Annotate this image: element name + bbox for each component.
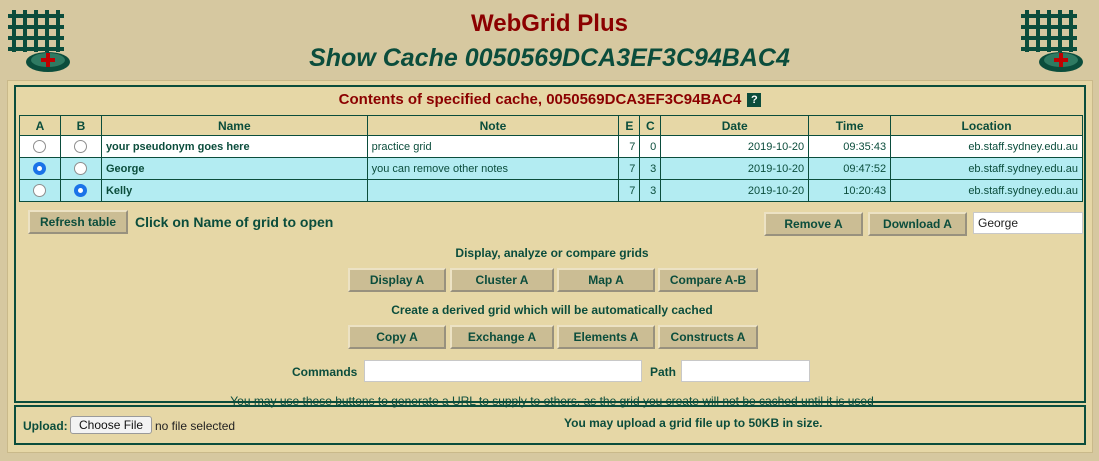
cache-table: A B Name Note E C Date Time Location you… [19, 115, 1083, 202]
radio-a[interactable] [33, 162, 47, 175]
grid-note: you can remove other notes [366, 157, 620, 180]
help-icon[interactable]: ? [747, 93, 762, 108]
grid-location: eb.staff.sydney.edu.au [890, 157, 1083, 180]
column-header: Note [366, 115, 620, 136]
radio-b[interactable] [74, 162, 88, 175]
grid-elements: 7 [618, 179, 641, 202]
file-status: no file selected [155, 419, 236, 433]
column-header: B [59, 115, 102, 136]
table-header-row: A B Name Note E C Date Time Location [19, 115, 1083, 136]
column-header: A [19, 115, 61, 136]
grid-date: 2019-10-20 [660, 179, 810, 202]
elements-a-button[interactable]: Elements A [557, 325, 655, 349]
column-header: Date [660, 115, 810, 136]
choose-file-button[interactable]: Choose File [70, 416, 153, 434]
constructs-a-button[interactable]: Constructs A [658, 325, 758, 349]
grid-location: eb.staff.sydney.edu.au [890, 135, 1083, 158]
grid-elements: 7 [618, 135, 641, 158]
grid-date: 2019-10-20 [660, 157, 810, 180]
main-panel: Contents of specified cache, 0050569DCA3… [7, 80, 1093, 453]
download-name-field[interactable]: George [973, 212, 1083, 234]
column-header: C [639, 115, 662, 136]
cache-heading: Contents of specified cache, 0050569DCA3… [16, 91, 1084, 108]
table-row: your pseudonym goes here practice grid 7… [19, 135, 1083, 158]
path-field[interactable] [681, 360, 810, 382]
remove-a-button[interactable]: Remove A [764, 212, 863, 236]
radio-b[interactable] [74, 140, 88, 153]
radio-b[interactable] [74, 184, 88, 197]
grid-name-link[interactable]: your pseudonym goes here [100, 135, 368, 158]
open-hint: Click on Name of grid to open [135, 214, 334, 230]
upload-label: Upload: [23, 419, 68, 433]
commands-label: Commands [292, 365, 358, 379]
column-header: E [618, 115, 641, 136]
column-header: Name [100, 115, 368, 136]
upload-limit-note: You may upload a grid file up to 50KB in… [564, 416, 823, 430]
display-a-button[interactable]: Display A [348, 268, 446, 292]
column-header: Location [890, 115, 1083, 136]
grid-date: 2019-10-20 [660, 135, 810, 158]
grid-name-link[interactable]: George [100, 157, 368, 180]
refresh-table-button[interactable]: Refresh table [28, 210, 128, 234]
grid-note: practice grid [366, 135, 620, 158]
path-label: Path [650, 365, 677, 379]
derive-heading: Create a derived grid which will be auto… [391, 303, 713, 317]
analyze-heading: Display, analyze or compare grids [455, 246, 649, 260]
grid-constructs: 3 [639, 157, 662, 180]
grid-time: 10:20:43 [808, 179, 892, 202]
grid-constructs: 0 [639, 135, 662, 158]
upload-section: Upload: Choose File no file selected You… [14, 405, 1086, 445]
commands-field[interactable] [364, 360, 642, 382]
exchange-a-button[interactable]: Exchange A [450, 325, 554, 349]
column-header: Time [808, 115, 892, 136]
cluster-a-button[interactable]: Cluster A [450, 268, 554, 292]
compare-a-b-button[interactable]: Compare A-B [658, 268, 758, 292]
grid-name-link[interactable]: Kelly [100, 179, 368, 202]
app-title: WebGrid Plus [471, 10, 628, 37]
grid-time: 09:35:43 [808, 135, 892, 158]
page-title: Show Cache 0050569DCA3EF3C94BAC4 [309, 44, 790, 72]
cache-title-text: Contents of specified cache, 0050569DCA3… [338, 91, 742, 108]
cache-section: Contents of specified cache, 0050569DCA3… [14, 85, 1086, 408]
radio-a[interactable] [33, 184, 47, 197]
grid-note [366, 179, 620, 202]
grid-constructs: 3 [639, 179, 662, 202]
table-row: Kelly 7 3 2019-10-20 10:20:43 eb.staff.s… [19, 179, 1083, 202]
map-a-button[interactable]: Map A [557, 268, 655, 292]
grid-time: 09:47:52 [808, 157, 892, 180]
radio-a[interactable] [33, 140, 47, 153]
copy-a-button[interactable]: Copy A [348, 325, 446, 349]
grid-elements: 7 [618, 157, 641, 180]
table-row: George you can remove other notes 7 3 20… [19, 157, 1083, 180]
grid-location: eb.staff.sydney.edu.au [890, 179, 1083, 202]
download-a-button[interactable]: Download A [868, 212, 967, 236]
